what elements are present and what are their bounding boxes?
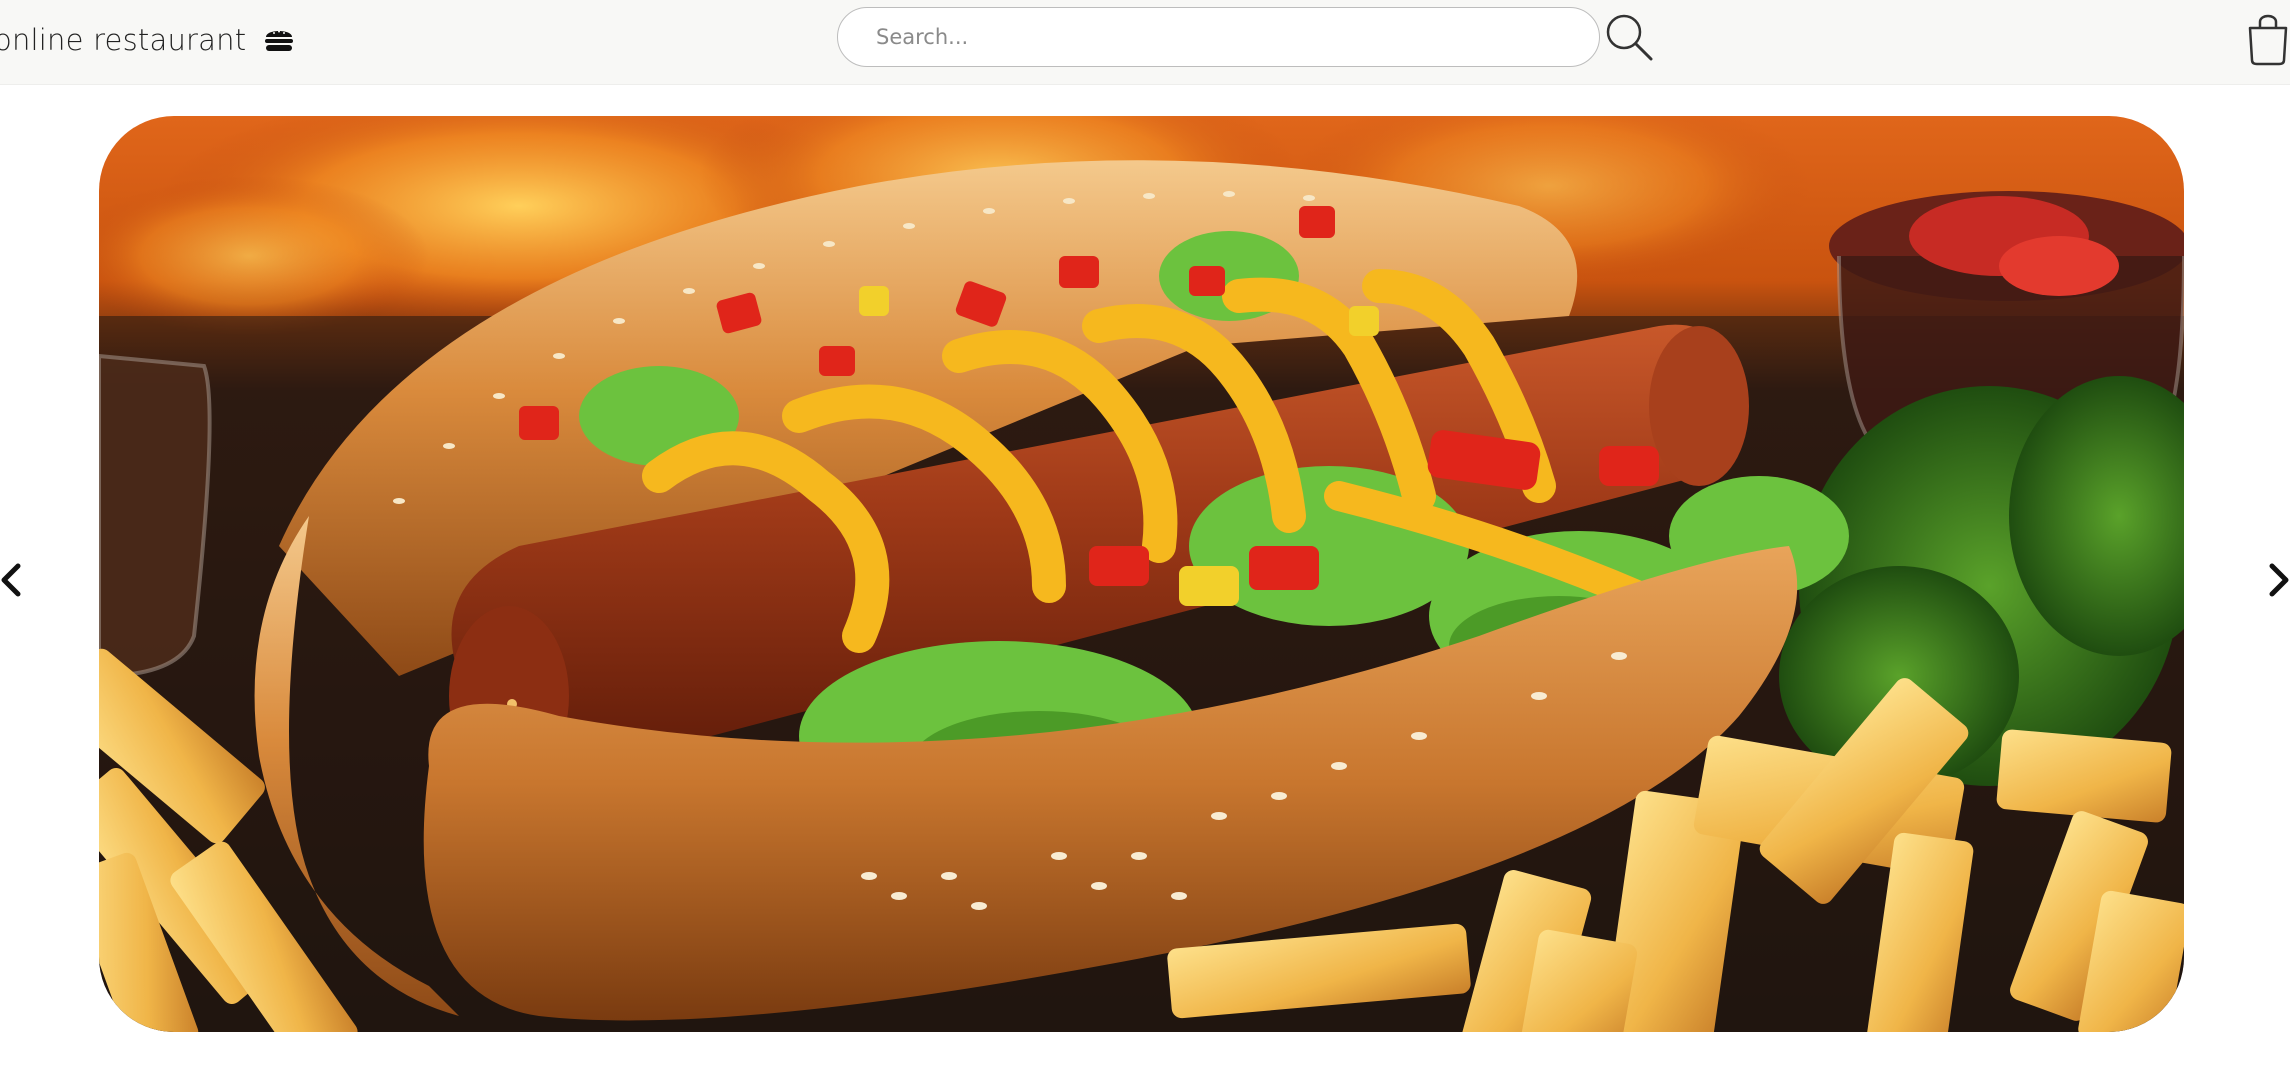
carousel-slide-image	[99, 116, 2184, 1032]
search-box	[837, 7, 1600, 67]
chevron-left-icon	[1, 563, 21, 597]
hero-carousel	[0, 85, 2290, 1080]
brand-name: online restaurant	[0, 23, 247, 57]
brand[interactable]: online restaurant	[0, 20, 294, 60]
shopping-bag-icon	[2248, 14, 2288, 66]
top-navbar: online restaurant	[0, 0, 2290, 85]
search-input[interactable]	[838, 8, 1599, 66]
search-icon	[1606, 14, 1653, 61]
cart-button[interactable]	[2246, 10, 2290, 66]
carousel-next-button[interactable]	[2258, 550, 2290, 610]
burger-icon	[264, 26, 294, 54]
search-button[interactable]	[1603, 11, 1655, 63]
chevron-right-icon	[2269, 563, 2289, 597]
carousel-prev-button[interactable]	[0, 550, 32, 610]
